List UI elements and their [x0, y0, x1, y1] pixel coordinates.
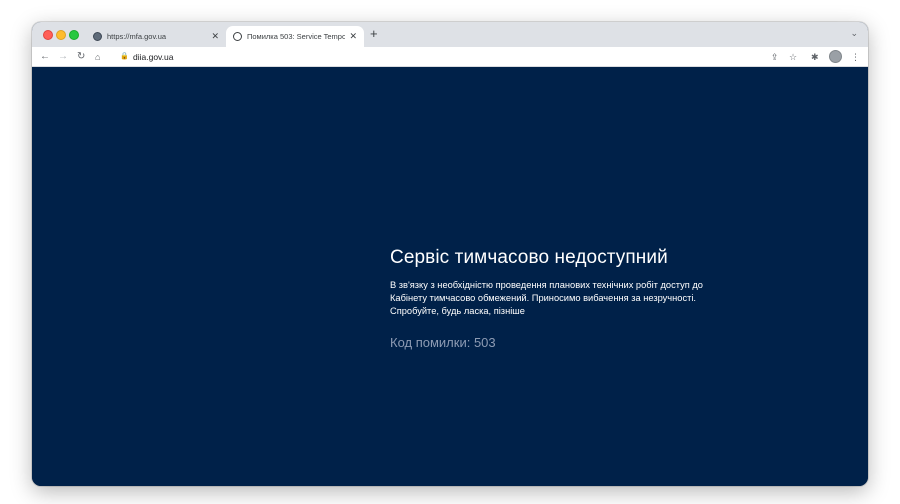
error-code: Код помилки: 503	[390, 335, 496, 350]
back-button[interactable]: ←	[40, 50, 50, 64]
browser-toolbar: ← → ↻ ⌂ 🔒 diia.gov.ua ⇪ ☆ ✱ ⋮	[32, 47, 868, 67]
tab-strip: https://mfa.gov.ua ✕ Помилка 503: Servic…	[32, 22, 868, 47]
gov-emblem-icon	[93, 32, 102, 41]
reload-button[interactable]: ↻	[77, 50, 85, 64]
menu-icon[interactable]: ⋮	[851, 50, 860, 64]
extensions-icon[interactable]: ✱	[811, 50, 819, 64]
new-tab-button[interactable]: +	[370, 27, 378, 41]
close-icon[interactable]: ✕	[211, 31, 219, 42]
share-icon[interactable]: ⇪	[771, 50, 779, 64]
address-bar[interactable]: diia.gov.ua	[133, 51, 173, 63]
lock-icon[interactable]: 🔒	[120, 52, 129, 62]
avatar[interactable]	[829, 50, 842, 63]
home-button[interactable]: ⌂	[95, 50, 100, 64]
page-title: Сервіс тимчасово недоступний	[390, 247, 668, 268]
tab-title: Помилка 503: Service Tempor	[247, 32, 346, 41]
close-window-button[interactable]	[43, 30, 53, 40]
bookmark-star-icon[interactable]: ☆	[789, 50, 797, 64]
maximize-window-button[interactable]	[69, 30, 79, 40]
globe-icon	[233, 32, 242, 41]
tab-title: https://mfa.gov.ua	[107, 32, 167, 41]
chevron-down-icon[interactable]: ⌄	[850, 28, 858, 39]
forward-button[interactable]: →	[58, 50, 68, 64]
browser-window: https://mfa.gov.ua ✕ Помилка 503: Servic…	[32, 22, 868, 486]
maintenance-message: В зв'язку з необхідністю проведення план…	[390, 280, 703, 316]
tab-error-503[interactable]: Помилка 503: Service Tempor ✕	[226, 26, 364, 47]
minimize-window-button[interactable]	[56, 30, 66, 40]
page-content: Сервіс тимчасово недоступний В зв'язку з…	[32, 67, 868, 486]
close-icon[interactable]: ✕	[349, 31, 357, 42]
tab-mfa[interactable]: https://mfa.gov.ua ✕	[86, 26, 226, 47]
